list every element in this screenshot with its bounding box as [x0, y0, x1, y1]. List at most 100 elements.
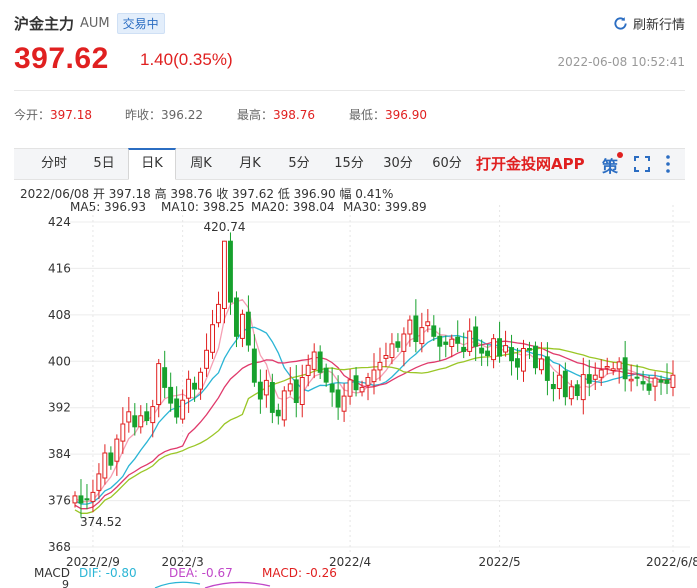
candle-body [329, 383, 335, 393]
candle-body [174, 398, 180, 418]
candle-body [96, 473, 102, 491]
candle-body [562, 370, 568, 398]
candle-body [186, 378, 192, 399]
candle-body [574, 384, 580, 396]
candle-body [263, 379, 269, 396]
y-tick-label: 368 [48, 540, 71, 554]
candle-body [144, 411, 150, 421]
candle-body [509, 347, 515, 362]
candle-body [269, 382, 275, 413]
candle-body [616, 361, 622, 370]
candle-body [521, 348, 526, 372]
candle-body [622, 357, 628, 380]
candle-body [240, 313, 245, 339]
candle-body [335, 389, 341, 408]
candle-body [72, 495, 78, 504]
candle-body [299, 377, 305, 405]
candle-body [257, 381, 263, 400]
candle-body [449, 338, 455, 348]
candle-body [323, 367, 329, 383]
candle-body [455, 336, 461, 344]
candle-body [491, 338, 497, 361]
candle-body [120, 423, 126, 442]
candle-body [634, 376, 640, 379]
candle-body [156, 363, 162, 406]
macd-peek [154, 581, 271, 588]
candle-body [371, 369, 377, 383]
candle-body [652, 377, 658, 387]
candle-body [485, 350, 491, 357]
candle-body [287, 383, 293, 392]
candle-body [598, 369, 604, 378]
candle-body [383, 355, 389, 359]
candle-body [670, 374, 676, 388]
kline-chart[interactable]: 368376384392400408416424 2022/2/9 2022/3 2… [0, 0, 697, 588]
candle-body [527, 348, 532, 351]
y-axis-labels: 368 376 384 392 400 408 416 424 [48, 215, 71, 554]
candle-body [628, 378, 634, 382]
candle-body [658, 379, 664, 383]
candle-body [556, 374, 562, 390]
candle-body [341, 395, 347, 412]
candle-body [377, 361, 383, 371]
candle-body [539, 358, 544, 371]
y-tick-label: 384 [48, 447, 71, 461]
candle-body [192, 382, 198, 390]
candle-body [359, 386, 365, 393]
candle-body [228, 240, 233, 303]
candle-body [473, 326, 479, 347]
candle-body [592, 374, 598, 380]
candle-body [210, 324, 216, 353]
candle-body [234, 297, 239, 337]
macd-value: MACD: -0.26 [262, 566, 337, 580]
candle-body [610, 368, 616, 371]
candle-body [515, 358, 520, 368]
candle-body [443, 341, 449, 345]
macd-axis-top: 9 [62, 578, 69, 588]
macd-dea-line [204, 581, 271, 588]
candle-body [168, 386, 174, 404]
candle-body [305, 364, 311, 376]
candle-body [431, 325, 437, 337]
candle-body [407, 319, 413, 335]
candle-body [317, 351, 323, 373]
candle-body [425, 321, 431, 327]
candle-body [150, 406, 156, 424]
candle-body [395, 341, 401, 348]
candle-body [216, 303, 221, 324]
candle-body [586, 374, 592, 384]
candle-body [580, 374, 586, 401]
candle-body [126, 411, 132, 423]
y-tick-label: 416 [48, 261, 71, 275]
high-price-label: 420.74 [204, 220, 246, 234]
candle-body [281, 390, 287, 421]
macd-dif: DIF: -0.80 [79, 566, 137, 580]
candle-body [347, 379, 353, 397]
candle-body [293, 379, 299, 403]
y-tick-label: 400 [48, 354, 71, 368]
candle-body [138, 415, 144, 428]
candle-body [78, 495, 84, 504]
y-tick-label: 392 [48, 401, 71, 415]
candle-body [646, 383, 652, 391]
candle-body [102, 452, 108, 479]
candle-body [114, 438, 120, 462]
candle-body [353, 375, 359, 391]
candlestick-series [72, 232, 676, 518]
candle-body [204, 349, 210, 369]
x-tick-label: 2022/5 [478, 555, 520, 569]
candle-body [419, 327, 425, 345]
candle-body [311, 351, 317, 370]
candle-body [222, 240, 227, 309]
candle-body [401, 333, 407, 352]
candle-body [568, 386, 574, 400]
y-tick-label: 408 [48, 308, 71, 322]
macd-dif-line [154, 581, 201, 588]
candle-body [544, 356, 550, 381]
candle-body [413, 315, 419, 342]
y-tick-label: 376 [48, 494, 71, 508]
candle-body [108, 452, 114, 466]
candle-body [389, 343, 395, 358]
y-tick-label: 424 [48, 215, 71, 229]
candle-body [90, 491, 96, 502]
